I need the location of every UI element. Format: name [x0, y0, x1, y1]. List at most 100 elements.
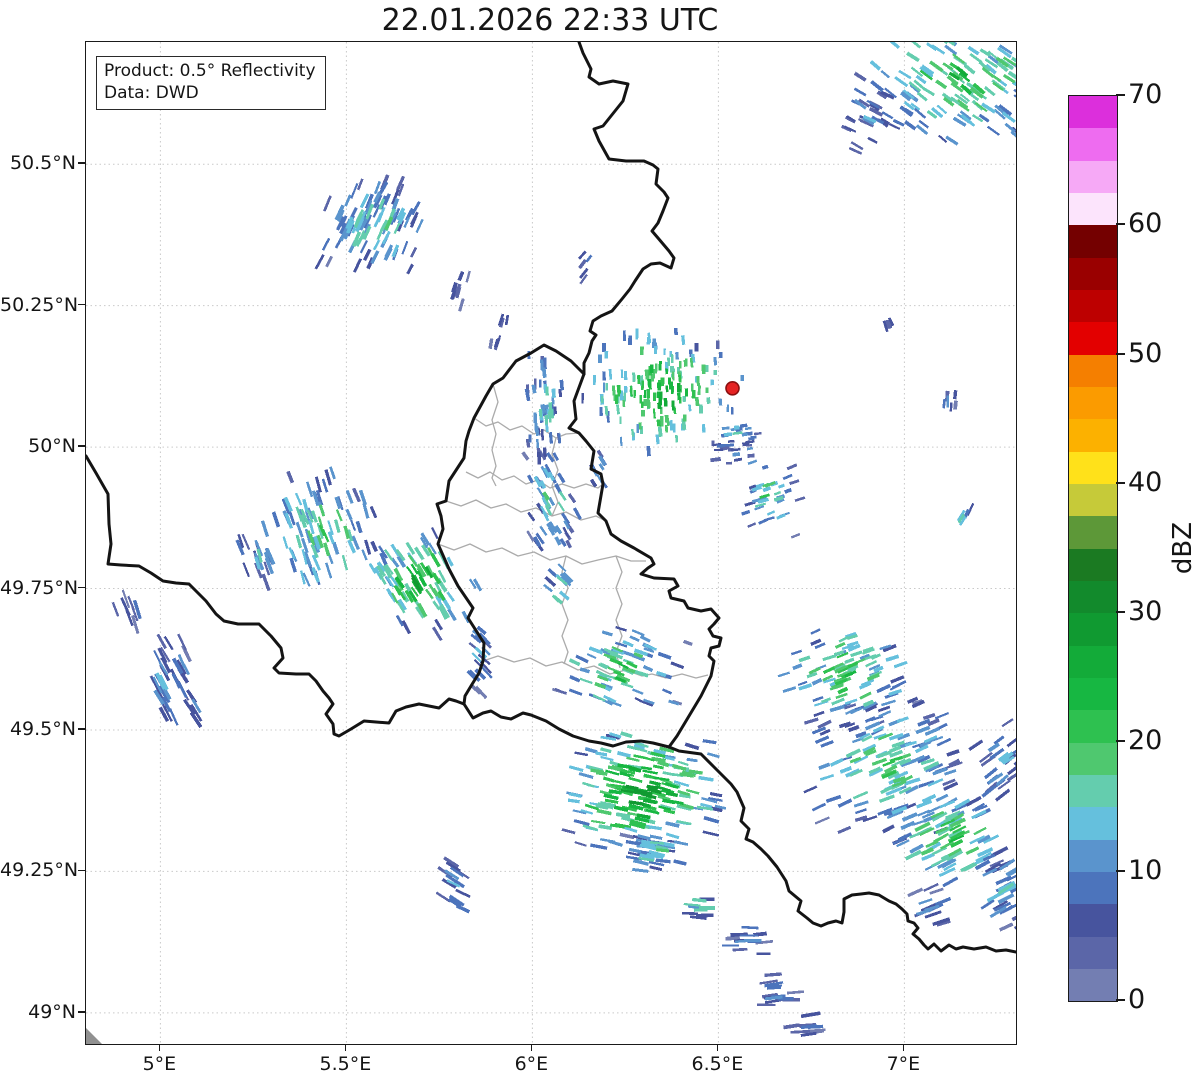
radar-echo-cell — [764, 516, 775, 522]
lat-tick-label: 49.25°N — [0, 859, 79, 882]
lat-tick-mark — [78, 445, 85, 447]
radar-echo-cell — [565, 539, 573, 549]
radar-echo-cell — [786, 463, 798, 471]
radar-echo-cell — [640, 401, 644, 409]
radar-echo-cell — [665, 832, 680, 840]
colorbar-segment — [1069, 742, 1117, 775]
radar-echo-cell — [790, 649, 803, 656]
radar-echo-cell — [698, 775, 714, 782]
radar-echo-cell — [885, 654, 900, 662]
radar-echo-cell — [641, 380, 645, 390]
radar-echo-cell — [639, 346, 644, 356]
radar-echo-cell — [370, 540, 379, 553]
colorbar-tick-label: 40 — [1128, 466, 1163, 498]
radar-echo-cell — [837, 825, 852, 834]
radar-echo-cell — [539, 525, 548, 537]
radar-echo-cell — [715, 340, 720, 350]
radar-echo-cell — [727, 440, 735, 443]
radar-echo-cell — [978, 113, 990, 123]
radar-echo-cell — [946, 749, 960, 757]
radar-echo-cell — [853, 87, 867, 97]
radar-echo-cell — [904, 120, 917, 131]
radar-echo-cell — [881, 699, 896, 707]
radar-echo-cells — [111, 42, 1016, 1037]
radar-echo-cell — [753, 432, 762, 436]
radar-echo-cell — [638, 422, 642, 430]
colorbar-segment — [1069, 839, 1117, 872]
border-lu-fr — [462, 702, 671, 749]
colorbar-segment — [1069, 516, 1117, 549]
radar-echo-cell — [332, 541, 340, 555]
radar-echo-cell — [675, 352, 679, 360]
radar-echo-cell — [573, 819, 590, 827]
radar-echo-cell — [553, 595, 564, 605]
colorbar-tick-mark — [1116, 611, 1125, 614]
radar-echo-cell — [616, 404, 620, 415]
radar-echo-cell — [667, 357, 671, 367]
radar-echo-cell — [642, 664, 654, 673]
radar-echo-cell — [446, 591, 455, 602]
radar-echo-cell — [677, 760, 689, 767]
radar-echo-cell — [352, 487, 361, 503]
radar-echo-cell — [581, 392, 584, 404]
radar-echo-cell — [880, 70, 890, 79]
radar-echo-cell — [835, 692, 848, 699]
lat-tick-label: 50°N — [28, 435, 76, 458]
radar-echo-cell — [305, 481, 314, 498]
radar-echo-cell — [750, 435, 757, 439]
radar-echo-cell — [662, 688, 673, 695]
radar-echo-cell — [526, 530, 535, 543]
lat-tick-mark — [78, 586, 85, 589]
border-fr-be — [86, 454, 466, 738]
radar-echo-cell — [321, 478, 329, 493]
radar-echo-cell — [673, 859, 687, 866]
radar-echo-cell — [681, 335, 686, 345]
radar-echo-cell — [559, 379, 565, 391]
radar-echo-cell — [543, 583, 553, 593]
radar-echo-cell — [944, 44, 958, 56]
radar-echo-cell — [599, 406, 603, 416]
radar-echo-cell — [968, 739, 984, 751]
radar-echo-cell — [488, 338, 494, 350]
radar-echo-cell — [744, 426, 752, 431]
radar-echo-cell — [598, 824, 613, 831]
radar-echo-cell — [544, 414, 549, 425]
colorbar-tick-label: 70 — [1128, 79, 1163, 110]
radar-echo-cell — [983, 85, 996, 97]
colorbar-segment — [1069, 807, 1117, 840]
colorbar-segment — [1069, 774, 1117, 808]
colorbar-tick-mark — [1116, 94, 1125, 96]
radar-echo-cell — [710, 379, 715, 386]
colorbar-segment — [1069, 580, 1117, 614]
radar-echo-cell — [567, 493, 577, 504]
radar-echo-cell — [685, 358, 688, 367]
radar-echo-cell — [602, 342, 606, 353]
radar-echo-cell — [896, 716, 909, 724]
radar-echo-cell — [747, 459, 758, 465]
radar-echo-cell — [350, 182, 359, 199]
radar-echo-cell — [321, 237, 331, 251]
radar-echo-cell — [541, 367, 547, 378]
radar-echo-cell — [713, 356, 718, 366]
radar-echo-cell — [608, 368, 613, 380]
radar-echo-cell — [665, 385, 669, 393]
radar-echo-cell — [682, 395, 687, 402]
radar-echo-cell — [695, 913, 714, 918]
radar-echo-cell — [726, 404, 730, 413]
radar-echo-cell — [766, 510, 776, 516]
radar-echo-cell — [942, 876, 959, 888]
radar-echo-cell — [591, 819, 606, 825]
radar-echo-cell — [882, 824, 895, 834]
radar-echo-cell — [893, 660, 908, 669]
radar-echo-cell — [1011, 909, 1016, 922]
radar-echo-cell — [631, 629, 645, 637]
radar-echo-cell — [908, 81, 922, 93]
radar-echo-cell — [725, 461, 733, 465]
radar-echo-cell — [602, 776, 615, 783]
radar-echo-cell — [673, 840, 689, 846]
lon-tick-label: 5.5°E — [319, 1053, 372, 1075]
radar-echo-cell — [876, 683, 891, 694]
radar-echo-cell — [813, 710, 825, 717]
radar-echo-cell — [537, 451, 542, 465]
radar-echo-cell — [761, 464, 769, 470]
